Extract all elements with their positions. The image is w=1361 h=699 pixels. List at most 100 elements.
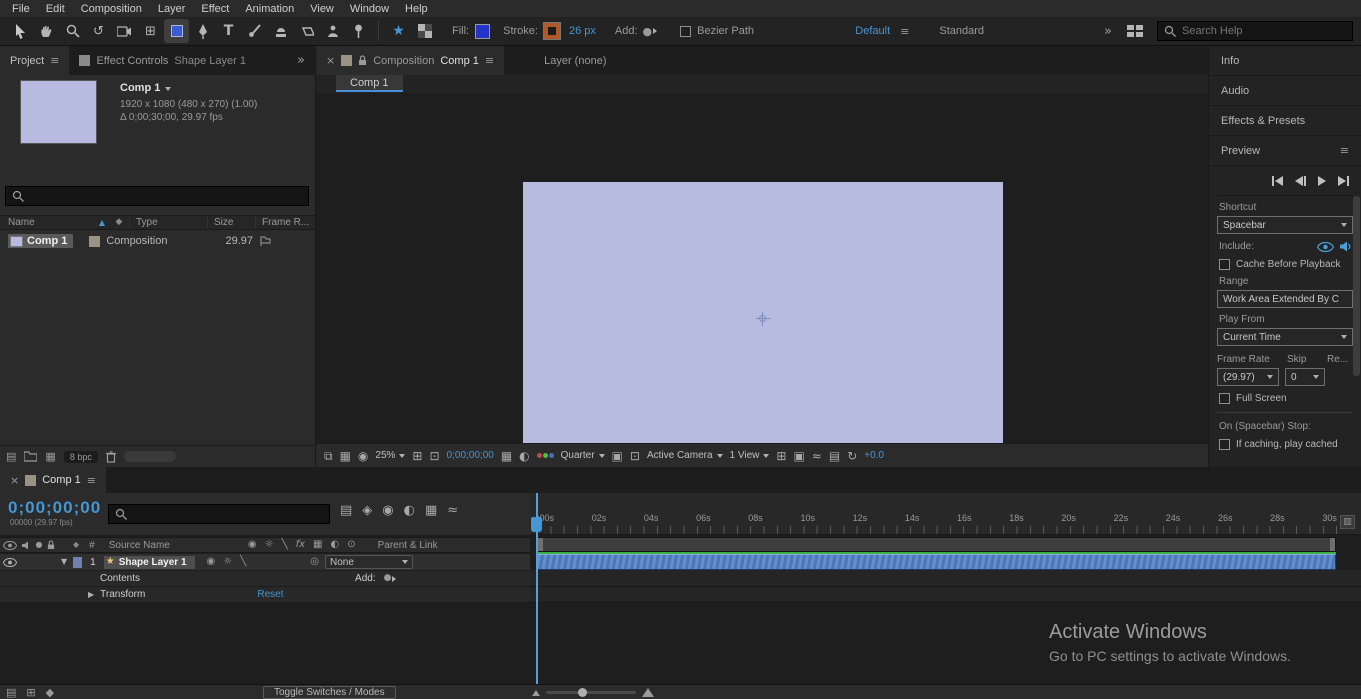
comp-marker-bin-icon[interactable]: ▥ bbox=[1340, 515, 1355, 529]
fill-color-swatch[interactable] bbox=[475, 23, 491, 39]
motion-blur-switch-icon[interactable]: ▦ bbox=[313, 540, 322, 550]
viewer-timecode[interactable]: 0;00;00;00 bbox=[447, 450, 494, 461]
contents-label[interactable]: Contents bbox=[100, 573, 140, 584]
tool-creates-shape-button[interactable]: ★ bbox=[386, 19, 411, 43]
transform-twirl-icon[interactable]: ▶ bbox=[88, 590, 94, 599]
project-search-box[interactable] bbox=[5, 186, 309, 206]
layer-twirl-icon[interactable]: ▼ bbox=[61, 558, 67, 566]
close-tab-icon[interactable]: × bbox=[326, 55, 335, 66]
transform-label[interactable]: Transform bbox=[100, 589, 145, 600]
3d-switch-icon[interactable]: ⊙ bbox=[347, 540, 355, 550]
work-area-start-handle[interactable] bbox=[538, 538, 543, 551]
new-folder-icon[interactable] bbox=[24, 451, 38, 462]
viewer-subtab-comp1[interactable]: Comp 1 bbox=[336, 75, 403, 92]
camera-tool-button[interactable] bbox=[112, 19, 137, 43]
hide-shy-layers-icon[interactable]: ◉ bbox=[382, 504, 393, 517]
magnification-dropdown[interactable]: 25% bbox=[375, 450, 406, 461]
frame-blending-icon[interactable]: ◐ bbox=[404, 504, 415, 517]
project-search-input[interactable] bbox=[30, 190, 302, 202]
frame-rate-dropdown[interactable]: (29.97) bbox=[1217, 368, 1279, 386]
camera-dropdown[interactable]: Active Camera bbox=[647, 450, 723, 461]
expand-render-time-icon[interactable]: ⊞ bbox=[26, 687, 35, 698]
type-tool-button[interactable]: T bbox=[216, 19, 241, 43]
region-of-interest-icon[interactable]: ▣ bbox=[612, 450, 623, 462]
layer-visibility-eye-icon[interactable] bbox=[3, 557, 17, 567]
layer-label-color[interactable] bbox=[73, 556, 83, 568]
show-channel-icon[interactable]: ◉ bbox=[358, 450, 368, 462]
workspace-menu-icon[interactable]: ≡ bbox=[900, 26, 909, 37]
frame-blend-switch-icon[interactable]: ◐ bbox=[331, 540, 340, 550]
if-caching-checkbox[interactable] bbox=[1219, 439, 1230, 450]
timeline-zoom-slider[interactable] bbox=[532, 685, 654, 699]
interpret-footage-icon[interactable]: ▤ bbox=[6, 451, 16, 462]
lock-column-icon[interactable] bbox=[47, 540, 55, 550]
preview-panel-menu-icon[interactable]: ≡ bbox=[1340, 145, 1349, 156]
panel-header-audio[interactable]: Audio bbox=[1209, 76, 1361, 106]
transform-reset-link[interactable]: Reset bbox=[257, 589, 283, 600]
toolbar-overflow-icon[interactable]: » bbox=[1104, 25, 1112, 38]
pen-tool-button[interactable] bbox=[190, 19, 215, 43]
clone-stamp-tool-button[interactable] bbox=[268, 19, 293, 43]
column-type[interactable]: Type bbox=[129, 217, 207, 228]
project-item-name-cell[interactable]: Comp 1 bbox=[8, 234, 74, 248]
stroke-width-value[interactable]: 26 px bbox=[569, 25, 596, 37]
pan-behind-tool-button[interactable]: ⊞ bbox=[138, 19, 163, 43]
tool-creates-mask-button[interactable] bbox=[412, 19, 437, 43]
rectangle-tool-button[interactable] bbox=[164, 19, 189, 43]
composition-viewer[interactable] bbox=[316, 93, 1208, 453]
work-area-end-handle[interactable] bbox=[1330, 538, 1335, 551]
menu-animation[interactable]: Animation bbox=[237, 3, 302, 15]
range-dropdown[interactable]: Work Area Extended By C bbox=[1217, 290, 1353, 308]
tab-project[interactable]: Project ≡ bbox=[0, 46, 70, 75]
column-frame-rate[interactable]: Frame R... bbox=[255, 217, 309, 228]
reset-exposure-icon[interactable]: ↻ bbox=[847, 450, 857, 462]
label-column-icon[interactable]: ◆ bbox=[109, 218, 129, 227]
color-channels-icon[interactable] bbox=[536, 453, 554, 458]
parent-pick-whip-icon[interactable]: ◎ bbox=[310, 557, 319, 567]
panel-resizer[interactable] bbox=[123, 451, 176, 462]
index-column-label[interactable]: # bbox=[89, 540, 95, 551]
zoom-slider-thumb[interactable] bbox=[578, 688, 587, 697]
column-size[interactable]: Size bbox=[207, 217, 255, 228]
motion-blur-icon[interactable]: ▦ bbox=[425, 504, 437, 517]
roto-brush-tool-button[interactable] bbox=[320, 19, 345, 43]
hand-tool-button[interactable] bbox=[34, 19, 59, 43]
timeline-search-input[interactable] bbox=[133, 508, 323, 520]
workspace-selector[interactable]: Default bbox=[855, 25, 890, 37]
eraser-tool-button[interactable] bbox=[294, 19, 319, 43]
sort-ascending-icon[interactable]: ▲ bbox=[95, 218, 109, 227]
contents-add-button[interactable]: ● bbox=[384, 574, 397, 583]
channel-icon[interactable]: ◐ bbox=[519, 450, 529, 462]
skip-dropdown[interactable]: 0 bbox=[1285, 368, 1325, 386]
lock-icon[interactable] bbox=[358, 55, 367, 66]
panel-overflow-icon[interactable]: » bbox=[297, 54, 305, 67]
first-frame-button[interactable] bbox=[1272, 175, 1283, 186]
rotate-tool-button[interactable]: ↺ bbox=[86, 19, 111, 43]
zoom-slider-track[interactable] bbox=[546, 688, 636, 697]
search-help-input[interactable] bbox=[1182, 25, 1346, 37]
comp-name-flyout-icon[interactable] bbox=[165, 86, 172, 91]
parent-link-column[interactable]: Parent & Link bbox=[378, 540, 438, 551]
bezier-path-toggle[interactable]: Bezier Path bbox=[680, 25, 754, 37]
snapshot-camera-icon[interactable]: ▦ bbox=[501, 450, 512, 462]
resolution-dropdown[interactable]: Quarter bbox=[561, 450, 605, 461]
next-frame-button[interactable] bbox=[1338, 175, 1349, 186]
current-time-display[interactable]: 0;00;00;00 bbox=[8, 498, 101, 518]
effects-switch-icon[interactable]: fx bbox=[296, 540, 305, 550]
project-item-row[interactable]: Comp 1 Composition 29.97 bbox=[0, 232, 315, 250]
timeline-search-box[interactable] bbox=[108, 504, 330, 524]
exposure-value[interactable]: +0.0 bbox=[864, 450, 884, 461]
layer-quality-switch[interactable]: ╲ bbox=[240, 557, 246, 567]
menu-help[interactable]: Help bbox=[397, 3, 436, 15]
zoom-in-icon[interactable] bbox=[642, 688, 654, 697]
parent-dropdown[interactable]: None bbox=[324, 555, 413, 569]
source-name-column[interactable]: Source Name bbox=[109, 540, 170, 551]
tab-timeline-comp1[interactable]: × Comp 1 ≡ bbox=[0, 467, 106, 493]
trash-icon[interactable] bbox=[105, 450, 116, 463]
brush-tool-button[interactable] bbox=[242, 19, 267, 43]
solo-column-icon[interactable]: ● bbox=[31, 541, 47, 549]
zoom-tool-button[interactable] bbox=[60, 19, 85, 43]
panel-header-effects-presets[interactable]: Effects & Presets bbox=[1209, 106, 1361, 136]
time-ruler[interactable]: :00s 02s 04s 06s 08s 10s 12s 14s 16s 18s… bbox=[530, 493, 1361, 535]
expand-in-point-icon[interactable]: ▤ bbox=[6, 687, 16, 698]
